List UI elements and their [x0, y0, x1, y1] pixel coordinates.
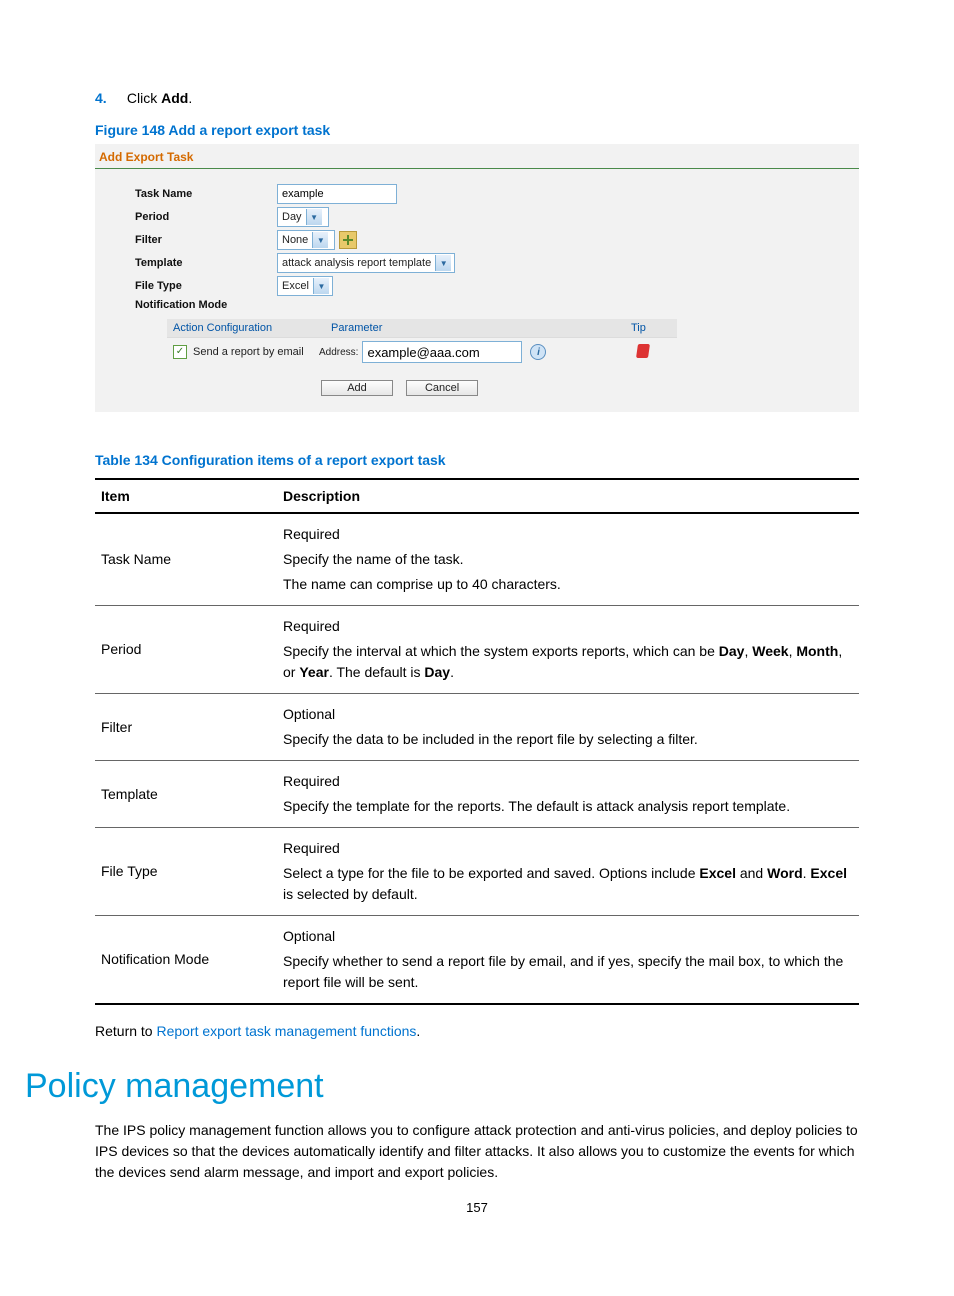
table-desc: RequiredSpecify the interval at which th… — [277, 606, 859, 694]
table-desc: RequiredSpecify the template for the rep… — [277, 761, 859, 828]
col-action-config: Action Configuration — [167, 319, 325, 337]
return-post: . — [416, 1023, 420, 1039]
th-item: Item — [95, 479, 277, 513]
template-select[interactable]: attack analysis report template ▼ — [277, 253, 455, 273]
table-item: Task Name — [95, 513, 277, 606]
file-type-value: Excel — [282, 280, 309, 292]
cancel-button[interactable]: Cancel — [406, 380, 478, 396]
info-icon[interactable]: i — [530, 344, 546, 360]
template-value: attack analysis report template — [282, 257, 431, 269]
label-file-type: File Type — [135, 280, 277, 292]
return-pre: Return to — [95, 1023, 156, 1039]
table-item: File Type — [95, 828, 277, 916]
chevron-down-icon: ▼ — [313, 278, 329, 294]
add-button[interactable]: Add — [321, 380, 393, 396]
label-notification: Notification Mode — [135, 299, 277, 311]
step-text-post: . — [188, 90, 192, 106]
section-body: The IPS policy management function allow… — [95, 1120, 859, 1183]
notification-table: Action Configuration Parameter Tip ✓ Sen… — [167, 319, 677, 366]
table-desc: OptionalSpecify the data to be included … — [277, 694, 859, 761]
filter-select[interactable]: None ▼ — [277, 230, 335, 250]
filter-value: None — [282, 234, 308, 246]
return-line: Return to Report export task management … — [95, 1023, 859, 1039]
task-name-input[interactable] — [277, 184, 397, 204]
col-tip: Tip — [625, 319, 677, 337]
step-text-pre: Click — [127, 90, 161, 106]
address-label: Address: — [319, 347, 358, 358]
step-4: 4. Click Add. — [95, 90, 859, 106]
chevron-down-icon: ▼ — [306, 209, 322, 225]
return-link[interactable]: Report export task management functions — [156, 1023, 416, 1039]
chevron-down-icon: ▼ — [435, 255, 451, 271]
period-select[interactable]: Day ▼ — [277, 207, 329, 227]
table-desc: RequiredSpecify the name of the task.The… — [277, 513, 859, 606]
screenshot-add-export-task: Add Export Task Task Name Period Day ▼ Fi… — [95, 144, 859, 412]
table-caption: Table 134 Configuration items of a repor… — [95, 452, 859, 468]
table-item: Template — [95, 761, 277, 828]
table-desc: RequiredSelect a type for the file to be… — [277, 828, 859, 916]
figure-caption: Figure 148 Add a report export task — [95, 122, 859, 138]
step-text-bold: Add — [161, 90, 188, 106]
section-heading: Policy management — [25, 1067, 859, 1106]
col-parameter: Parameter — [325, 319, 625, 337]
table-desc: OptionalSpecify whether to send a report… — [277, 916, 859, 1005]
page-number: 157 — [0, 1200, 954, 1215]
add-filter-icon[interactable] — [339, 231, 357, 249]
table-item: Period — [95, 606, 277, 694]
label-template: Template — [135, 257, 277, 269]
panel-title: Add Export Task — [95, 144, 859, 169]
table-item: Notification Mode — [95, 916, 277, 1005]
address-input[interactable] — [362, 341, 522, 363]
send-report-label: Send a report by email — [193, 346, 304, 358]
chevron-down-icon: ▼ — [312, 232, 328, 248]
send-report-checkbox[interactable]: ✓ — [173, 345, 187, 359]
period-value: Day — [282, 211, 302, 223]
step-number: 4. — [95, 90, 123, 106]
tip-icon[interactable] — [636, 344, 650, 358]
file-type-select[interactable]: Excel ▼ — [277, 276, 333, 296]
table-item: Filter — [95, 694, 277, 761]
label-filter: Filter — [135, 234, 277, 246]
config-table: Item Description Task NameRequiredSpecif… — [95, 478, 859, 1005]
label-period: Period — [135, 211, 277, 223]
th-description: Description — [277, 479, 859, 513]
label-task-name: Task Name — [135, 188, 277, 200]
